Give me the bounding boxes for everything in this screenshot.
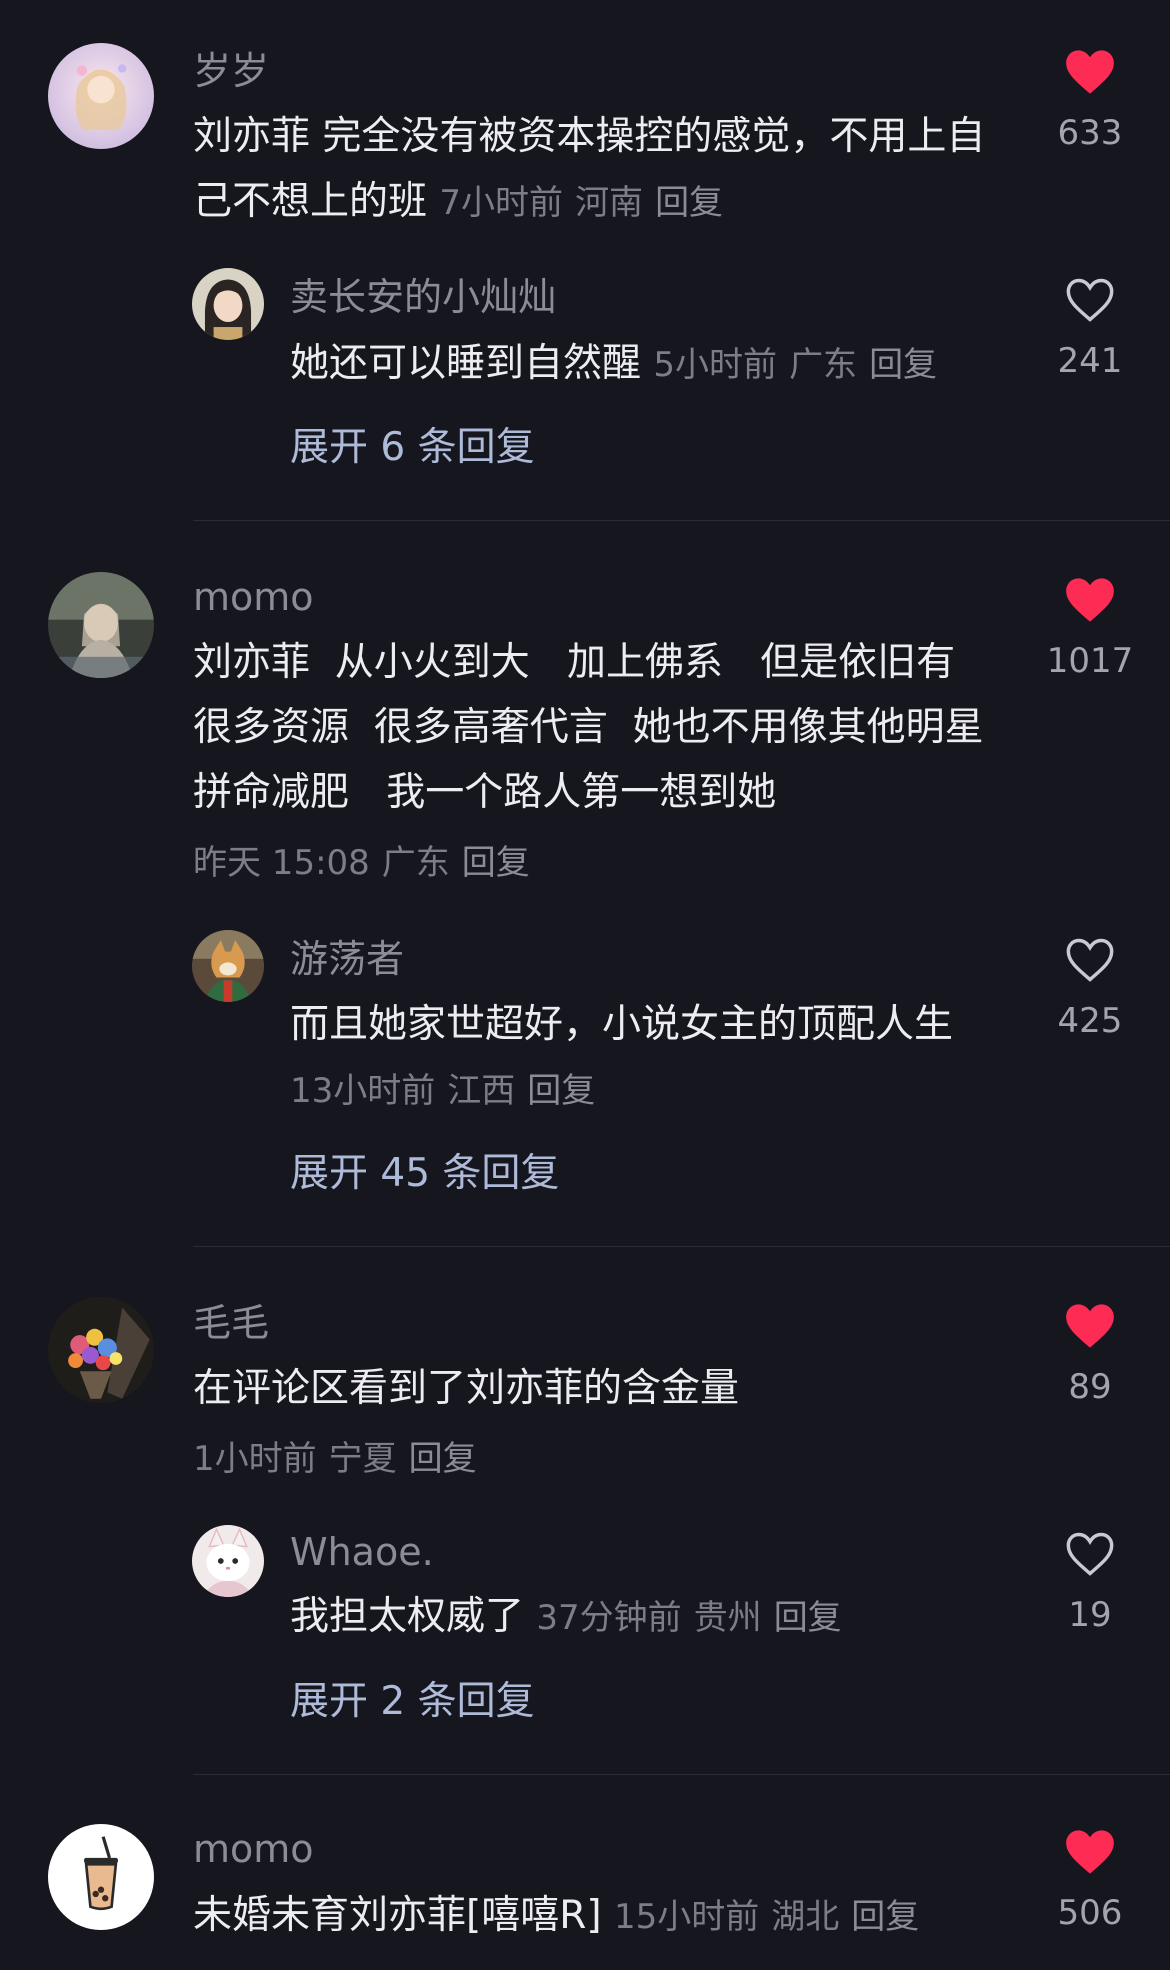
reply-text: 而且她家世超好，小说女主的顶配人生 13小时前 江西 回复 [290, 992, 1010, 1124]
heart-outline-icon [1066, 278, 1114, 322]
divider [193, 1774, 1170, 1775]
like-count: 89 [1068, 1367, 1112, 1407]
reply-username[interactable]: 游荡者 [290, 940, 404, 978]
comment-time: 15小时前 [613, 1897, 760, 1937]
comment-username[interactable]: 毛毛 [193, 1304, 269, 1342]
comment-location: 广东 [381, 843, 450, 883]
comment-time: 7小时前 [439, 183, 564, 223]
heart-filled-icon [1066, 1304, 1114, 1348]
reply-username[interactable]: 卖长安的小灿灿 [290, 278, 556, 316]
comment-time: 昨天 15:08 [193, 843, 370, 883]
user-avatar[interactable] [48, 43, 154, 149]
reply-button[interactable]: 回复 [774, 1598, 842, 1638]
reply-user-avatar[interactable] [192, 1525, 264, 1597]
like-count: 633 [1057, 113, 1123, 153]
avatar-image [48, 43, 154, 149]
comment-text: 在评论区看到了刘亦菲的含金量 [193, 1356, 993, 1421]
comment-meta: 15小时前 湖北 回复 [614, 1897, 931, 1937]
user-avatar[interactable] [48, 572, 154, 678]
divider [193, 520, 1170, 521]
reply-username[interactable]: Whaoe. [290, 1533, 434, 1571]
reply-text: 我担太权威了 37分钟前 贵州 回复 [290, 1584, 1010, 1651]
expand-replies-button[interactable]: 展开 45 条回复 [290, 1154, 559, 1193]
reply-location: 广东 [789, 345, 858, 385]
comment-meta: 7小时前 河南 回复 [439, 183, 735, 223]
reply-meta: 37分钟前 贵州 回复 [536, 1598, 853, 1638]
like-count: 425 [1057, 1001, 1123, 1041]
comment-location: 宁夏 [328, 1439, 397, 1479]
reply-text-content: 而且她家世超好，小说女主的顶配人生 [290, 1002, 954, 1047]
reply-like-button[interactable]: 425 [1030, 936, 1150, 1038]
reply-button[interactable]: 回复 [869, 345, 937, 385]
user-avatar[interactable] [48, 1824, 154, 1930]
reply-location: 江西 [447, 1071, 516, 1111]
comment-username[interactable]: momo [193, 578, 314, 616]
comment-location: 湖北 [771, 1897, 840, 1937]
reply-text-content: 她还可以睡到自然醒 [290, 341, 642, 386]
reply-text-content: 我担太权威了 [290, 1594, 525, 1639]
heart-outline-icon [1066, 938, 1114, 982]
reply-button[interactable]: 回复 [851, 1897, 919, 1937]
user-avatar[interactable] [48, 1297, 154, 1403]
divider [193, 1246, 1170, 1247]
comment-username[interactable]: momo [193, 1830, 314, 1868]
heart-filled-icon [1066, 50, 1114, 94]
like-button[interactable]: 89 [1030, 1302, 1150, 1404]
reply-time: 37分钟前 [536, 1598, 682, 1638]
reply-button[interactable]: 回复 [655, 183, 723, 223]
avatar-image [48, 572, 154, 678]
comment-meta: 昨天 15:08 广东 回复 [193, 846, 530, 880]
heart-filled-icon [1066, 578, 1114, 622]
like-count: 19 [1068, 1595, 1112, 1635]
reply-like-button[interactable]: 19 [1030, 1530, 1150, 1632]
comment-meta: 1小时前 宁夏 回复 [193, 1442, 477, 1476]
reply-user-avatar[interactable] [192, 930, 264, 1002]
reply-button[interactable]: 回复 [527, 1071, 595, 1111]
reply-location: 贵州 [693, 1598, 762, 1638]
like-count: 241 [1057, 341, 1123, 381]
heart-outline-icon [1066, 1532, 1114, 1576]
avatar-image [192, 268, 264, 340]
reply-like-button[interactable]: 241 [1030, 276, 1150, 378]
reply-user-avatar[interactable] [192, 268, 264, 340]
like-button[interactable]: 1017 [1030, 576, 1150, 678]
reply-meta: 13小时前 江西 回复 [290, 1071, 607, 1111]
comment-text-content: 在评论区看到了刘亦菲的含金量 [193, 1366, 740, 1411]
avatar-image [192, 1525, 264, 1597]
reply-button[interactable]: 回复 [462, 843, 530, 883]
comment-location: 河南 [575, 183, 644, 223]
comment-time: 1小时前 [193, 1439, 317, 1479]
heart-filled-icon [1066, 1830, 1114, 1874]
reply-button[interactable]: 回复 [409, 1439, 477, 1479]
reply-meta: 5小时前 广东 回复 [653, 345, 949, 385]
comment-text: 刘亦菲 从小火到大 加上佛系 但是依旧有很多资源 很多高奢代言 她也不用像其他明… [193, 630, 993, 825]
comment-username[interactable]: 岁岁 [193, 52, 269, 90]
expand-replies-button[interactable]: 展开 6 条回复 [290, 428, 535, 467]
comment-text-content: 未婚未育刘亦菲[嘻嘻R] [193, 1893, 602, 1938]
comment-text: 未婚未育刘亦菲[嘻嘻R] 15小时前 湖北 回复 [193, 1883, 993, 1950]
expand-replies-button[interactable]: 展开 2 条回复 [290, 1682, 535, 1721]
like-button[interactable]: 506 [1030, 1828, 1150, 1930]
reply-time: 13小时前 [290, 1071, 436, 1111]
reply-text: 她还可以睡到自然醒 5小时前 广东 回复 [290, 331, 1010, 398]
like-button[interactable]: 633 [1030, 48, 1150, 150]
comment-text-content: 刘亦菲 从小火到大 加上佛系 但是依旧有很多资源 很多高奢代言 她也不用像其他明… [193, 640, 984, 815]
avatar-image [48, 1297, 154, 1403]
like-count: 1017 [1046, 641, 1134, 681]
bubble-tea-icon [48, 1824, 154, 1930]
reply-time: 5小时前 [653, 345, 778, 385]
comment-text: 刘亦菲 完全没有被资本操控的感觉，不用上自己不想上的班 7小时前 河南 回复 [193, 104, 993, 236]
avatar-image [192, 930, 264, 1002]
like-count: 506 [1057, 1893, 1123, 1933]
